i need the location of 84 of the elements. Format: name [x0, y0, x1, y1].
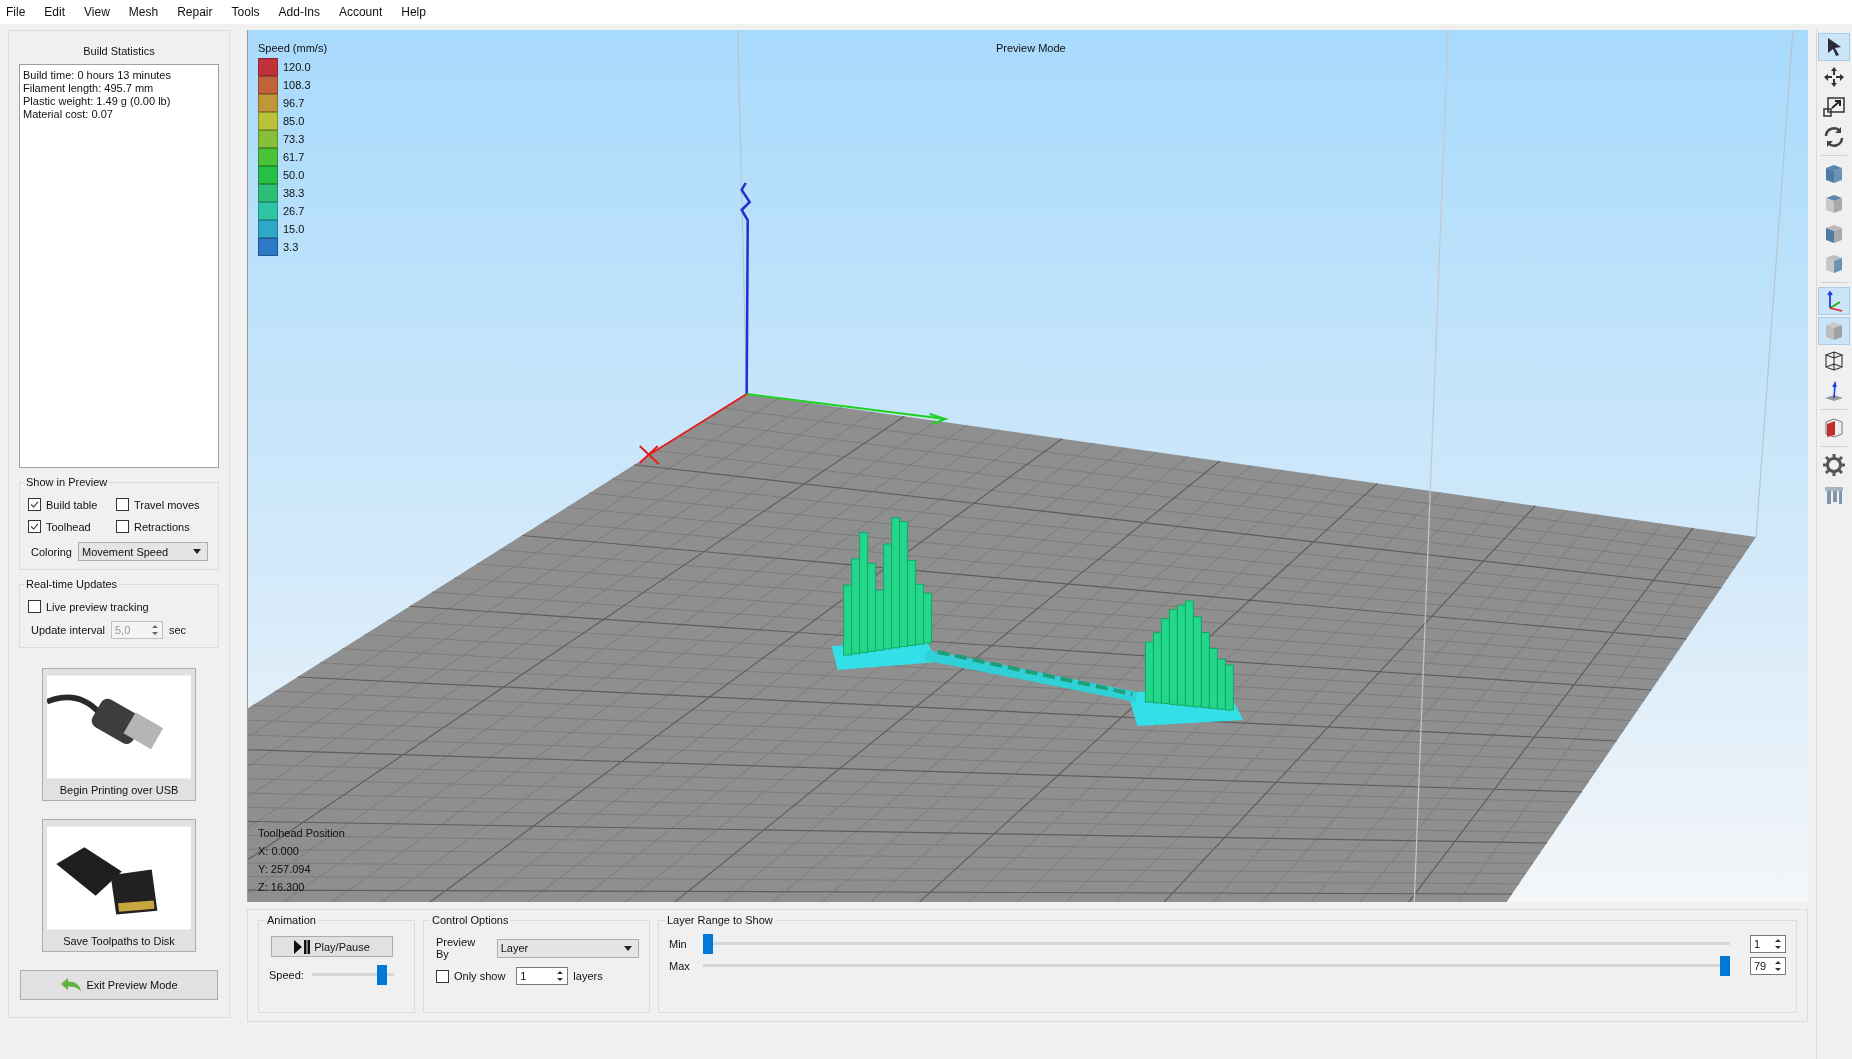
checkbox-label[interactable]: Live preview tracking	[46, 600, 149, 613]
legend-value: 96.7	[283, 97, 305, 109]
checkbox-label[interactable]: Retractions	[134, 520, 190, 533]
spin-arrows-icon	[555, 968, 566, 984]
preview-by-dropdown[interactable]: Layer	[496, 938, 639, 958]
slider-label: Min	[669, 938, 688, 950]
group-title: Real-time Updates	[25, 578, 119, 590]
legend-value: 85.0	[283, 115, 305, 127]
layer-spinbox[interactable]: 1	[1750, 935, 1786, 953]
menu-item[interactable]: Mesh	[128, 5, 159, 19]
statistic-line: Build time: 0 hours 13 minutes	[23, 69, 172, 82]
group-title: Layer Range to Show	[666, 914, 774, 926]
caret-icon	[192, 549, 201, 554]
panel-title: Build Statistics	[83, 45, 155, 57]
legend-value: 73.3	[283, 133, 305, 145]
legend-value: 61.7	[283, 151, 305, 163]
menu-item[interactable]: Help	[401, 5, 426, 19]
slider-thumb[interactable]	[376, 965, 387, 985]
legend-value: 50.0	[283, 169, 305, 181]
checkbox[interactable]	[436, 969, 449, 983]
menu-item[interactable]: Tools	[231, 5, 260, 19]
checkbox[interactable]	[28, 520, 41, 533]
wireframe-cube-icon	[1822, 349, 1846, 373]
legend-value: 108.3	[283, 79, 311, 91]
legend-value: 26.7	[283, 205, 305, 217]
legend-value: 38.3	[283, 187, 305, 199]
section-cube-icon	[1822, 416, 1846, 440]
group-title: Show in Preview	[25, 476, 109, 488]
unit-label: sec	[169, 624, 187, 636]
group-title: Control Options	[431, 914, 510, 926]
toolhead-coordinate: Y: 257.094	[258, 862, 312, 877]
scale-icon	[1822, 95, 1846, 119]
unit-label: layers	[573, 970, 603, 982]
menu-item[interactable]: File	[6, 5, 26, 19]
speed-label: Speed:	[269, 969, 304, 981]
checkbox-label[interactable]: Only show	[454, 970, 506, 982]
play-pause-icon	[294, 939, 311, 954]
menu-item[interactable]: View	[84, 5, 110, 19]
settings-icon	[1822, 453, 1846, 477]
legend-value: 120.0	[283, 61, 311, 73]
menu-item[interactable]: Add-Ins	[278, 5, 320, 19]
legend-value: 15.0	[283, 223, 305, 235]
action-button[interactable]: Save Toolpaths to Disk	[42, 819, 196, 952]
slider-thumb[interactable]	[1720, 956, 1730, 976]
toolhead-title: Toolhead Position	[258, 826, 345, 841]
move-icon	[1822, 65, 1846, 89]
legend-title: Speed (mm/s)	[258, 42, 328, 54]
exit-preview-button[interactable]: Exit Preview Mode	[20, 970, 218, 1000]
menu-item[interactable]: Repair	[177, 5, 213, 19]
statistic-line: Plastic weight: 1.49 g (0.00 lb)	[23, 95, 172, 108]
legend-value: 3.3	[283, 241, 299, 253]
play-pause-button[interactable]: Play/Pause	[271, 936, 393, 957]
checkbox[interactable]	[116, 520, 129, 533]
statistic-line: Material cost: 0.07	[23, 108, 114, 121]
toolhead-coordinate: Z: 16.300	[258, 880, 306, 895]
preview-by-label: Preview By	[436, 936, 477, 960]
checkbox[interactable]	[28, 498, 41, 511]
spin-arrows-icon	[150, 622, 160, 638]
checkbox[interactable]	[28, 600, 41, 613]
mode-label: Preview Mode	[996, 42, 1066, 54]
checkbox-label[interactable]: Toolhead	[46, 520, 91, 533]
layer-count-spinbox[interactable]: 1	[516, 967, 569, 985]
coloring-dropdown[interactable]: Movement Speed	[77, 542, 208, 561]
checkbox-label[interactable]: Travel moves	[134, 498, 200, 511]
action-button[interactable]: Begin Printing over USB	[42, 668, 196, 801]
spin-arrows-icon	[1773, 958, 1783, 974]
statistic-line: Filament length: 495.7 mm	[23, 82, 155, 95]
checkbox-label[interactable]: Build table	[46, 498, 98, 511]
toolhead-coordinate: X: 0.000	[258, 844, 300, 859]
slider-label: Max	[669, 960, 691, 972]
menu-item[interactable]: Edit	[44, 5, 66, 19]
checkbox[interactable]	[116, 498, 129, 511]
interval-label: Update interval	[31, 624, 105, 636]
rotate-icon	[1822, 125, 1846, 149]
toolbar-button[interactable]	[1818, 33, 1850, 61]
layer-spinbox[interactable]: 79	[1750, 957, 1786, 975]
3d-viewport[interactable]: Speed (mm/s) 120.0 108.3 96.7 85.0 73.3 61.7 50.0 38.3 26.7 15.0 3.3 Preview Mode Toolhead Position X: 0.000 Y: 257.094 Z: 16.300	[247, 30, 1808, 902]
group-title: Animation	[266, 914, 317, 926]
caret-icon	[624, 945, 632, 951]
slider-thumb[interactable]	[703, 934, 713, 954]
back-arrow-icon	[60, 978, 83, 992]
spin-arrows-icon	[1773, 936, 1783, 952]
coloring-label: Coloring	[31, 545, 72, 558]
menu-item[interactable]: Account	[338, 5, 383, 19]
